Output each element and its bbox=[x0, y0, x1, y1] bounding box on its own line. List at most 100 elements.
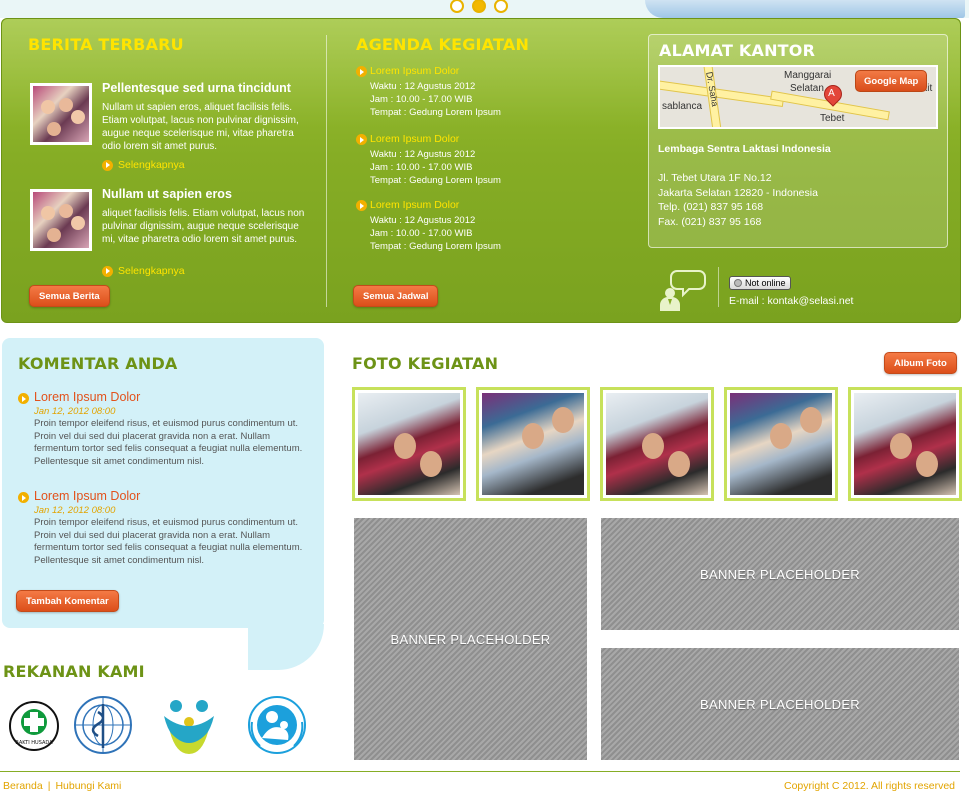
photo-face bbox=[420, 451, 442, 477]
gallery-photo-image bbox=[730, 393, 832, 495]
banner-placeholder[interactable]: BANNER PLACEHOLDER bbox=[354, 518, 587, 760]
copyright-text: Copyright C 2012. All rights reserved bbox=[784, 780, 955, 792]
map-label: Tebet bbox=[820, 113, 845, 124]
news-item-title[interactable]: Pellentesque sed urna tincidunt bbox=[102, 81, 291, 95]
arrow-bullet-icon bbox=[356, 134, 367, 145]
slider-dot-2[interactable] bbox=[472, 0, 486, 13]
footer-separator: | bbox=[47, 780, 51, 792]
agenda-item-title[interactable]: Lorem Ipsum Dolor bbox=[370, 65, 459, 77]
agenda-item-title[interactable]: Lorem Ipsum Dolor bbox=[370, 199, 459, 211]
gallery-photo-image bbox=[358, 393, 460, 495]
gallery-photo-image bbox=[854, 393, 956, 495]
unicef-logo[interactable] bbox=[244, 692, 310, 758]
gallery-photo-image bbox=[482, 393, 584, 495]
photo-face bbox=[800, 407, 822, 433]
agenda-hours: Jam : 10.00 - 17.00 WIB bbox=[370, 94, 473, 105]
banner-placeholder[interactable]: BANNER PLACEHOLDER bbox=[601, 648, 959, 760]
news-item-body: Nullam ut sapien eros, aliquet facilisis… bbox=[102, 102, 299, 152]
photo-face bbox=[394, 433, 416, 459]
office-title: ALAMAT KANTOR bbox=[659, 41, 816, 60]
comments-title: KOMENTAR ANDA bbox=[18, 354, 178, 373]
organization-name: Lembaga Sentra Laktasi Indonesia bbox=[658, 143, 831, 155]
slider-dot-3[interactable] bbox=[494, 0, 508, 13]
news-title: BERITA TERBARU bbox=[28, 35, 184, 54]
speech-bubble-tail bbox=[248, 624, 324, 670]
column-divider bbox=[326, 35, 327, 307]
footer-nav: Beranda | Hubungi Kami bbox=[3, 780, 121, 792]
news-item-title[interactable]: Nullam ut sapien eros bbox=[102, 187, 232, 201]
family-logo[interactable] bbox=[156, 692, 222, 758]
green-info-band: BERITA TERBARU Pellentesque sed urna tin… bbox=[1, 18, 961, 323]
photo-face bbox=[522, 423, 544, 449]
photo-album-button[interactable]: Album Foto bbox=[884, 352, 957, 374]
photo-face bbox=[890, 433, 912, 459]
footer-link-home[interactable]: Beranda bbox=[3, 780, 43, 792]
gallery-photo[interactable] bbox=[352, 387, 466, 501]
footer-divider bbox=[0, 771, 960, 772]
svg-text:BAKTI HUSADA: BAKTI HUSADA bbox=[15, 740, 53, 746]
agenda-date: Waktu : 12 Agustus 2012 bbox=[370, 149, 476, 160]
arrow-bullet-icon bbox=[102, 265, 113, 277]
gallery-photo[interactable] bbox=[848, 387, 962, 501]
arrow-bullet-icon bbox=[18, 393, 29, 404]
read-more-link[interactable]: Selengkapnya bbox=[102, 159, 185, 171]
agenda-item-title[interactable]: Lorem Ipsum Dolor bbox=[370, 133, 459, 145]
slider-dot-1[interactable] bbox=[450, 0, 464, 13]
arrow-bullet-icon bbox=[356, 200, 367, 211]
footer-link-contact[interactable]: Hubungi Kami bbox=[55, 780, 121, 792]
comment-date: Jan 12, 2012 08:00 bbox=[34, 505, 116, 516]
comment-title[interactable]: Lorem Ipsum Dolor bbox=[34, 489, 140, 503]
all-news-button[interactable]: Semua Berita bbox=[29, 285, 110, 307]
address-line: Jakarta Selatan 12820 - Indonesia bbox=[658, 186, 818, 199]
office-address: Jl. Tebet Utara 1F No.12 Jakarta Selatan… bbox=[658, 171, 818, 229]
agenda-item-details: Waktu : 12 Agustus 2012 Jam : 10.00 - 17… bbox=[370, 214, 501, 253]
agenda-item-details: Waktu : 12 Agustus 2012 Jam : 10.00 - 17… bbox=[370, 80, 501, 119]
comment-body: Proin tempor eleifend risus, et euismod … bbox=[34, 517, 303, 566]
photo-face bbox=[642, 433, 664, 459]
agenda-date: Waktu : 12 Agustus 2012 bbox=[370, 81, 476, 92]
comment-body: Proin tempor eleifend risus, et euismod … bbox=[34, 418, 303, 467]
map-label: Manggarai bbox=[784, 70, 832, 81]
arrow-bullet-icon bbox=[18, 492, 29, 503]
office-address-box: ALAMAT KANTOR Manggarai Selatan sablanca… bbox=[648, 34, 948, 248]
chat-status-badge[interactable]: Not online bbox=[729, 276, 791, 290]
photo-face bbox=[668, 451, 690, 477]
fax-number: Fax. (021) 837 95 168 bbox=[658, 215, 762, 228]
read-more-link[interactable]: Selengkapnya bbox=[102, 265, 185, 277]
contact-email[interactable]: E-mail : kontak@selasi.net bbox=[729, 295, 853, 307]
agenda-place: Tempat : Gedung Lorem Ipsum bbox=[370, 175, 501, 186]
arrow-bullet-icon bbox=[356, 66, 367, 77]
news-thumbnail[interactable] bbox=[30, 83, 92, 145]
address-line: Jl. Tebet Utara 1F No.12 bbox=[658, 172, 772, 184]
add-comment-button[interactable]: Tambah Komentar bbox=[16, 590, 119, 612]
news-item-body: aliquet facilisis felis. Etiam volutpat,… bbox=[102, 208, 305, 245]
phone-number: Telp. (021) 837 95 168 bbox=[658, 201, 764, 213]
gallery-photo[interactable] bbox=[724, 387, 838, 501]
banner-placeholder[interactable]: BANNER PLACEHOLDER bbox=[601, 518, 959, 630]
gallery-title: FOTO KEGIATAN bbox=[352, 354, 499, 373]
bakti-husada-logo[interactable]: BAKTI HUSADA bbox=[4, 692, 70, 758]
comment-title[interactable]: Lorem Ipsum Dolor bbox=[34, 390, 140, 404]
read-more-label: Selengkapnya bbox=[118, 265, 185, 277]
gallery-photo[interactable] bbox=[476, 387, 590, 501]
agenda-item-details: Waktu : 12 Agustus 2012 Jam : 10.00 - 17… bbox=[370, 148, 501, 187]
agenda-hours: Jam : 10.00 - 17.00 WIB bbox=[370, 228, 473, 239]
news-thumbnail[interactable] bbox=[30, 189, 92, 251]
agenda-title: AGENDA KEGIATAN bbox=[356, 35, 530, 54]
contact-divider bbox=[718, 267, 719, 307]
agenda-place: Tempat : Gedung Lorem Ipsum bbox=[370, 107, 501, 118]
gallery-photo[interactable] bbox=[600, 387, 714, 501]
photo-face bbox=[552, 407, 574, 433]
gallery-photo-image bbox=[606, 393, 708, 495]
agenda-hours: Jam : 10.00 - 17.00 WIB bbox=[370, 162, 473, 173]
arrow-bullet-icon bbox=[102, 159, 113, 171]
agenda-section: AGENDA KEGIATAN Lorem Ipsum Dolor Waktu … bbox=[353, 35, 606, 307]
map-label: sablanca bbox=[662, 101, 703, 112]
google-map-button[interactable]: Google Map bbox=[855, 70, 928, 92]
all-schedule-button[interactable]: Semua Jadwal bbox=[353, 285, 439, 307]
chat-status-label: Not online bbox=[745, 278, 786, 288]
agenda-date: Waktu : 12 Agustus 2012 bbox=[370, 215, 476, 226]
comment-date: Jan 12, 2012 08:00 bbox=[34, 406, 116, 417]
photo-face bbox=[916, 451, 938, 477]
who-logo[interactable] bbox=[70, 692, 136, 758]
